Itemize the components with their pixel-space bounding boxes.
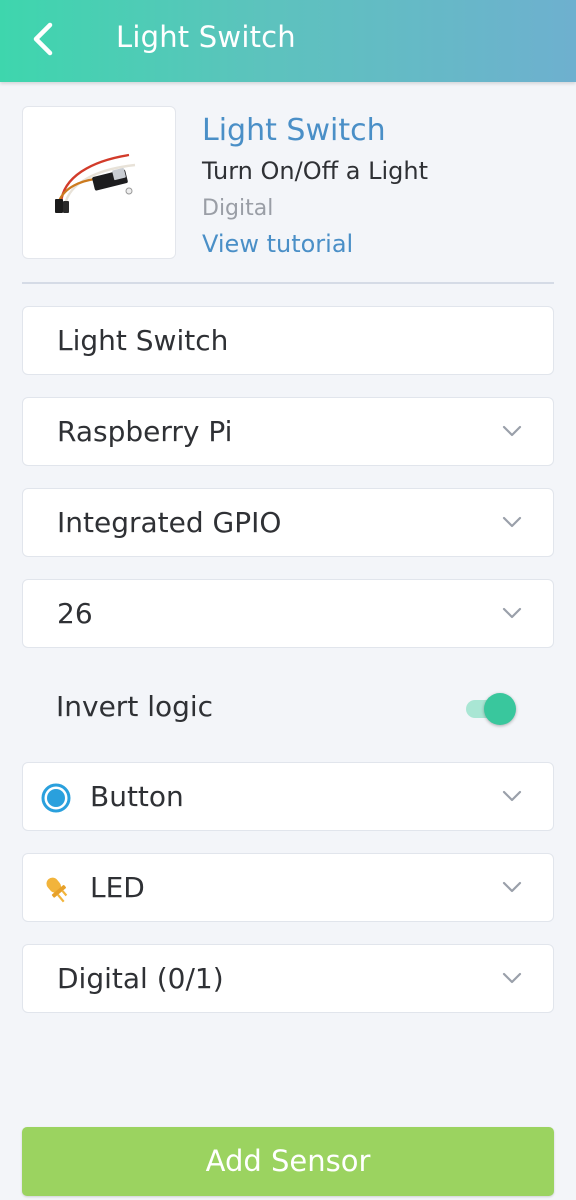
sensor-name: Light Switch — [202, 113, 386, 148]
led-icon — [46, 877, 68, 903]
chevron-down-icon — [502, 516, 522, 528]
page-title: Light Switch — [116, 20, 296, 54]
data-type-select[interactable]: Digital (0/1) — [22, 944, 554, 1013]
connectivity-select[interactable]: Integrated GPIO — [22, 488, 554, 557]
chevron-down-icon — [502, 425, 522, 437]
sensor-description: Turn On/Off a Light — [202, 157, 428, 185]
back-button[interactable] — [24, 14, 68, 66]
icon-select[interactable]: LED — [22, 853, 554, 922]
pin-select[interactable]: 26 — [22, 579, 554, 648]
chevron-down-icon — [502, 881, 522, 893]
sensor-name-value: Light Switch — [57, 324, 229, 357]
chevron-left-icon — [33, 22, 53, 56]
pin-value: 26 — [57, 597, 93, 630]
chevron-down-icon — [502, 790, 522, 802]
invert-logic-row: Invert logic — [22, 673, 554, 742]
toggle-thumb — [484, 693, 516, 725]
sensor-type: Digital — [202, 196, 274, 221]
widget-select[interactable]: Button — [22, 762, 554, 831]
widget-value: Button — [90, 780, 184, 813]
icon-value: LED — [90, 871, 145, 904]
invert-logic-label: Invert logic — [56, 690, 214, 723]
chevron-down-icon — [502, 972, 522, 984]
add-sensor-label: Add Sensor — [205, 1144, 371, 1178]
light-switch-module-image — [55, 153, 136, 213]
invert-logic-toggle[interactable] — [462, 693, 518, 725]
add-sensor-button[interactable]: Add Sensor — [22, 1127, 554, 1196]
chevron-down-icon — [502, 607, 522, 619]
button-circle-icon — [41, 783, 71, 813]
app-header: Light Switch — [0, 0, 576, 82]
sensor-name-input[interactable]: Light Switch — [22, 306, 554, 375]
sensor-image — [22, 106, 176, 259]
data-type-value: Digital (0/1) — [57, 962, 224, 995]
device-value: Raspberry Pi — [57, 415, 233, 448]
view-tutorial-link[interactable]: View tutorial — [202, 230, 353, 258]
connectivity-value: Integrated GPIO — [57, 506, 282, 539]
divider — [22, 282, 554, 284]
device-select[interactable]: Raspberry Pi — [22, 397, 554, 466]
